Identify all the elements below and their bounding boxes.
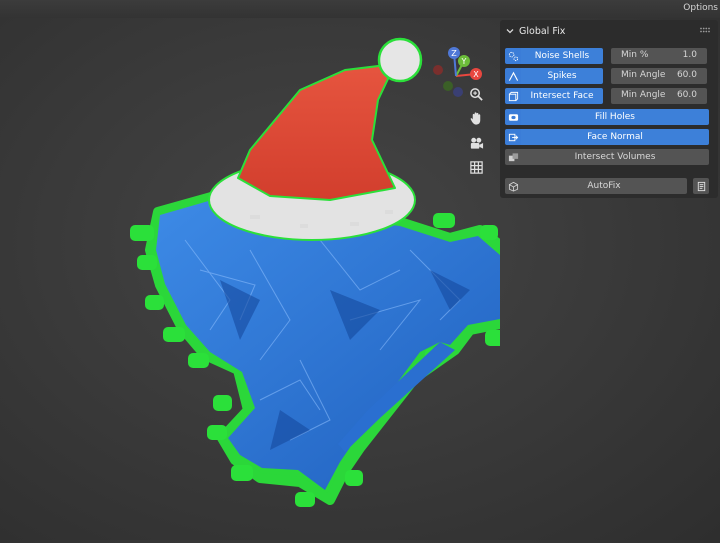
face-normal-row: Face Normal: [505, 129, 709, 145]
camera-icon[interactable]: [466, 133, 486, 153]
fill-holes-button[interactable]: Fill Holes: [521, 109, 709, 125]
min-percent-value: 1.0: [682, 50, 697, 60]
y-axis-label: Y: [461, 57, 467, 66]
hand-icon[interactable]: [466, 108, 486, 128]
spikes-row: Spikes Min Angle 60.0: [505, 68, 709, 84]
min-percent-label: Min %: [621, 50, 649, 60]
spikes-min-angle-value: 60.0: [676, 70, 697, 80]
autofix-row: AutoFix: [505, 178, 709, 194]
top-bar: Options: [0, 0, 720, 18]
3d-viewport[interactable]: X Y Z: [0, 18, 533, 540]
fill-holes-row: Fill Holes: [505, 109, 709, 125]
intersect-min-angle-label: Min Angle: [621, 90, 666, 100]
grip-icon[interactable]: [700, 27, 710, 33]
viewport-canvas: [130, 37, 533, 507]
spikes-min-angle-label: Min Angle: [621, 70, 666, 80]
santa-hat: [208, 37, 423, 241]
zoom-icon[interactable]: [466, 84, 486, 104]
spike-icon: [505, 68, 521, 84]
volumes-icon: [505, 149, 521, 165]
face-normal-button[interactable]: Face Normal: [521, 129, 709, 145]
noise-shells-button[interactable]: Noise Shells: [521, 48, 603, 64]
intersect-volumes-button[interactable]: Intersect Volumes: [521, 149, 709, 165]
fill-icon: [505, 109, 521, 125]
intersect-face-button[interactable]: Intersect Face: [521, 88, 603, 104]
intersect-face-row: Intersect Face Min Angle 60.0: [505, 88, 709, 104]
chevron-down-icon: [506, 29, 514, 34]
global-fix-panel: Global Fix Noise Shells Min % 1.0 Spikes…: [500, 20, 718, 198]
options-menu[interactable]: Options: [683, 3, 718, 13]
intersect-volumes-row: Intersect Volumes: [505, 149, 709, 165]
grid-icon[interactable]: [466, 157, 486, 177]
z-axis-label: Z: [451, 49, 457, 58]
document-icon[interactable]: [693, 178, 709, 194]
autofix-button[interactable]: AutoFix: [521, 178, 687, 194]
noise-shells-row: Noise Shells Min % 1.0: [505, 48, 709, 64]
noise-icon: [505, 48, 521, 64]
panel-header[interactable]: Global Fix: [500, 20, 718, 42]
intersect-min-angle-value: 60.0: [676, 90, 697, 100]
panel-title: Global Fix: [519, 25, 566, 37]
min-percent-field[interactable]: Min % 1.0: [611, 48, 707, 64]
face-icon: [505, 88, 521, 104]
normal-icon: [505, 129, 521, 145]
cube-icon: [505, 178, 521, 194]
intersect-min-angle-field[interactable]: Min Angle 60.0: [611, 88, 707, 104]
x-axis-label: X: [473, 70, 479, 79]
spikes-button[interactable]: Spikes: [521, 68, 603, 84]
spikes-min-angle-field[interactable]: Min Angle 60.0: [611, 68, 707, 84]
